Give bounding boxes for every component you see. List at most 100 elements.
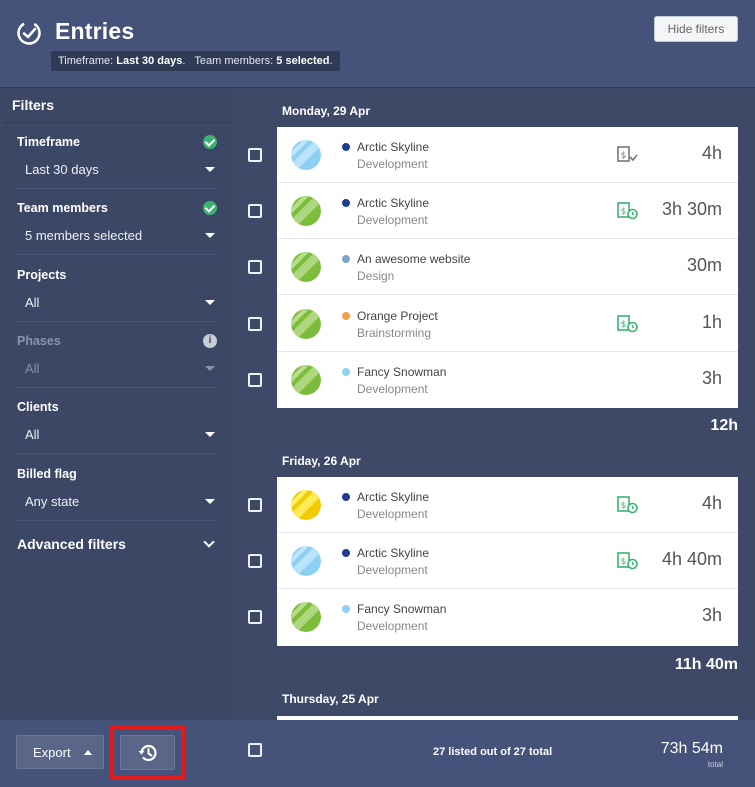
filters-sidebar: Filters Timeframe Last 30 days Team member… bbox=[2, 88, 231, 720]
caret-down-icon bbox=[205, 432, 215, 438]
day-total: 11h 40m bbox=[674, 656, 738, 673]
export-label: Export bbox=[33, 744, 71, 760]
svg-text:$: $ bbox=[621, 151, 627, 161]
entry-duration: 4h bbox=[701, 493, 722, 513]
filter-value: All bbox=[25, 360, 40, 376]
project-color-dot bbox=[342, 367, 350, 376]
entry-checkbox[interactable] bbox=[248, 498, 262, 512]
entry-checkbox[interactable] bbox=[248, 610, 262, 625]
filter-value: Any state bbox=[25, 493, 80, 509]
filter-value: Last 30 days bbox=[25, 162, 99, 177]
check-circle-icon bbox=[203, 201, 217, 216]
billable-clock-icon: $ bbox=[617, 495, 639, 515]
filters-title: Filters bbox=[2, 88, 231, 123]
phase-name: Development bbox=[357, 213, 428, 228]
filter-label: Team members bbox=[17, 201, 108, 216]
export-button[interactable]: Export bbox=[16, 735, 104, 769]
entry-checkbox[interactable] bbox=[248, 372, 262, 387]
filter-label: Clients bbox=[17, 400, 59, 415]
page-title: Entries bbox=[55, 18, 135, 44]
billable-clock-icon: $ bbox=[617, 314, 639, 334]
summary-timeframe-value: Last 30 days bbox=[116, 55, 183, 67]
filter-label: Phases bbox=[17, 333, 61, 348]
entry-duration: 3h bbox=[701, 367, 722, 388]
caret-down-icon bbox=[205, 167, 215, 172]
entry-checkbox[interactable] bbox=[248, 204, 262, 219]
avatar bbox=[291, 490, 321, 520]
billable-clock-icon: $ bbox=[617, 201, 639, 221]
entry-checkbox[interactable] bbox=[248, 316, 262, 331]
select-all-checkbox[interactable] bbox=[248, 743, 262, 757]
entry-duration: 4h bbox=[701, 143, 722, 163]
filter-billed-flag[interactable]: Billed flag Any state bbox=[17, 455, 217, 521]
filter-timeframe[interactable]: Timeframe Last 30 days bbox=[17, 123, 217, 189]
filter-phases: Phases i All bbox=[17, 322, 217, 388]
table-row[interactable]: Arctic Skyline Development $4h bbox=[248, 127, 738, 183]
table-row[interactable]: Arctic Skyline Development $4h bbox=[248, 477, 738, 533]
project-color-dot bbox=[342, 255, 350, 264]
caret-down-icon bbox=[205, 299, 215, 305]
entry-card: Arctic Skyline Development $4h Arctic Skyli… bbox=[248, 127, 738, 408]
project-color-dot bbox=[342, 199, 350, 208]
entry-duration: 1h bbox=[701, 311, 722, 332]
entry-checkbox[interactable] bbox=[248, 148, 262, 162]
filter-projects[interactable]: Projects All bbox=[17, 256, 217, 322]
project-name: Arctic Skyline bbox=[357, 490, 430, 504]
day-header: Monday, 29 Apr bbox=[282, 104, 371, 118]
project-name: Orange Project bbox=[357, 308, 438, 323]
project-name: Fancy Snowman bbox=[357, 602, 447, 617]
table-row[interactable]: Arctic Skyline Development $3h 30m bbox=[248, 183, 738, 240]
table-row[interactable]: Orange Project Brainstorming $1h bbox=[248, 296, 738, 352]
project-name: Fancy Snowman bbox=[357, 364, 447, 379]
table-row[interactable]: An awesome website Design 30m bbox=[248, 239, 738, 296]
filter-value: All bbox=[25, 427, 40, 443]
info-icon: i bbox=[203, 333, 217, 348]
caret-down-icon bbox=[205, 498, 215, 504]
billed-check-icon: $ bbox=[617, 145, 639, 165]
summary-team-label: Team members: bbox=[194, 55, 274, 67]
grand-total: 73h 54m bbox=[660, 740, 723, 757]
day-header: Thursday, 25 Apr bbox=[282, 692, 379, 706]
filter-label: Projects bbox=[17, 267, 67, 282]
phase-name: Development bbox=[357, 157, 428, 171]
avatar bbox=[291, 602, 321, 633]
svg-text:$: $ bbox=[621, 501, 627, 511]
table-row[interactable]: Arctic Skyline Development $4h 40m bbox=[248, 533, 738, 590]
entry-count: 27 listed out of 27 total bbox=[433, 746, 553, 758]
footer-bar: Export 27 listed out of 27 total 73h 54m… bbox=[0, 720, 755, 787]
project-color-dot bbox=[342, 493, 350, 501]
entry-card: Arctic Skyline Development $4h Arctic Skyli… bbox=[248, 477, 738, 646]
project-color-dot bbox=[342, 311, 350, 320]
entry-checkbox[interactable] bbox=[248, 554, 262, 569]
project-name: Arctic Skyline bbox=[357, 140, 430, 154]
entry-duration: 3h bbox=[701, 605, 722, 626]
history-icon bbox=[138, 744, 157, 762]
summary-timeframe-label: Timeframe: bbox=[58, 55, 114, 67]
phase-name: Development bbox=[357, 381, 428, 396]
summary-team-value: 5 selected bbox=[276, 55, 330, 67]
page-header: Entries Timeframe: Last 30 days. Team me… bbox=[0, 0, 755, 88]
advanced-filters-toggle[interactable]: Advanced filters bbox=[17, 536, 217, 552]
avatar bbox=[291, 546, 321, 577]
entry-checkbox[interactable] bbox=[248, 260, 262, 275]
filter-value: 5 members selected bbox=[25, 228, 143, 244]
caret-down-icon bbox=[205, 233, 215, 239]
hide-filters-button[interactable]: Hide filters bbox=[654, 16, 738, 42]
history-highlight bbox=[110, 725, 185, 780]
history-button[interactable] bbox=[120, 735, 175, 770]
project-color-dot bbox=[342, 549, 350, 558]
advanced-filters-label: Advanced filters bbox=[17, 536, 126, 552]
project-color-dot bbox=[342, 143, 350, 151]
phase-name: Development bbox=[357, 619, 428, 634]
project-color-dot bbox=[342, 605, 350, 614]
filter-team-members[interactable]: Team members 5 members selected bbox=[17, 189, 217, 256]
project-name: An awesome website bbox=[357, 252, 471, 267]
filter-clients[interactable]: Clients All bbox=[17, 388, 217, 455]
avatar bbox=[291, 140, 321, 170]
entries-list: Monday, 29 Apr Arctic Skyline Development $… bbox=[231, 88, 755, 720]
table-row[interactable]: Fancy Snowman Development 3h bbox=[248, 589, 738, 645]
grand-total-label: total bbox=[707, 760, 723, 769]
phase-name: Design bbox=[357, 269, 395, 284]
table-row[interactable]: Fancy Snowman Development 3h bbox=[248, 352, 738, 408]
billable-clock-icon: $ bbox=[617, 551, 639, 571]
